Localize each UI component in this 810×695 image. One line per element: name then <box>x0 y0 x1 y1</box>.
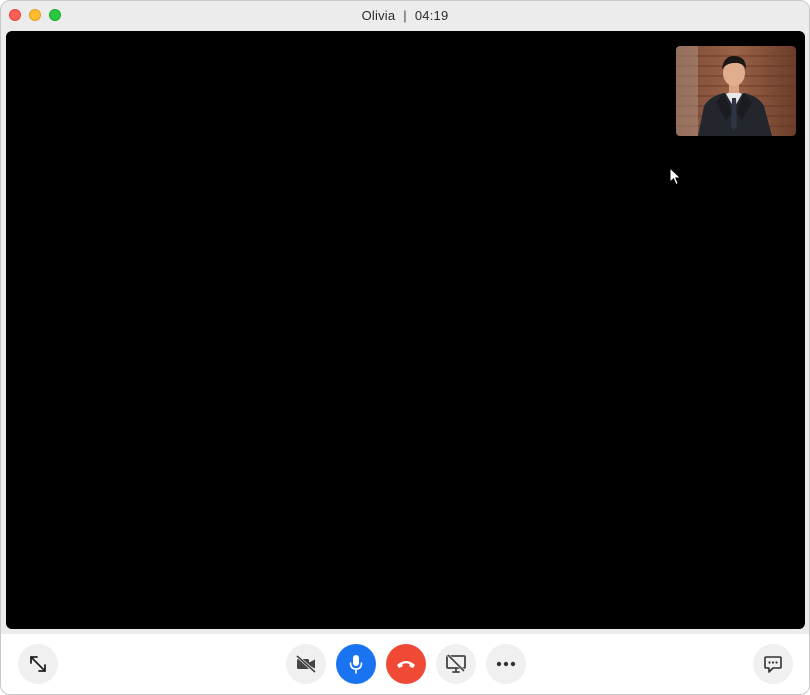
more-options-button[interactable] <box>486 644 526 684</box>
video-off-icon <box>296 654 316 674</box>
phone-hangup-icon <box>397 661 415 668</box>
chat-bubble-icon <box>764 656 782 673</box>
person-in-suit-icon <box>676 46 796 136</box>
more-dots-icon <box>496 661 516 667</box>
window-title: Olivia | 04:19 <box>1 8 809 23</box>
screen-share-off-icon <box>446 653 466 673</box>
end-call-button[interactable] <box>386 644 426 684</box>
call-duration: 04:19 <box>414 8 449 23</box>
camera-toggle-button[interactable] <box>286 644 326 684</box>
chat-button[interactable] <box>753 644 793 684</box>
expand-arrows-icon <box>30 656 46 672</box>
caller-name: Olivia <box>361 8 396 23</box>
microphone-icon <box>349 655 363 674</box>
screen-share-button[interactable] <box>436 644 476 684</box>
title-separator: | <box>403 8 407 23</box>
call-controls-bar <box>1 634 809 694</box>
fullscreen-button[interactable] <box>18 644 58 684</box>
remote-video-area <box>6 31 805 629</box>
microphone-button[interactable] <box>336 644 376 684</box>
video-call-window: Olivia | 04:19 <box>0 0 810 695</box>
title-bar: Olivia | 04:19 <box>1 1 809 31</box>
self-view-thumbnail[interactable] <box>676 46 796 136</box>
mouse-cursor-icon <box>669 166 683 192</box>
